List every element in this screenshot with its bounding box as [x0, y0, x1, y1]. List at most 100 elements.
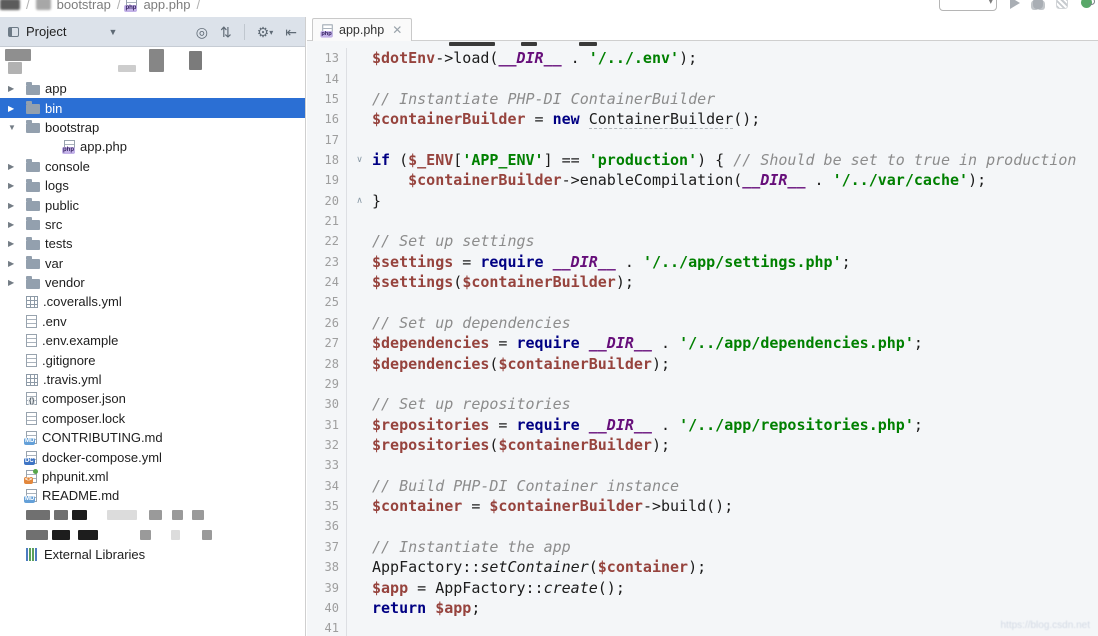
tree-item-docker-compose-yml[interactable]: DCdocker-compose.yml: [0, 447, 305, 466]
settings-icon[interactable]: ⚙▾: [257, 25, 274, 39]
code-line-39[interactable]: 39$app = AppFactory::create();: [307, 577, 1098, 597]
code-line-18[interactable]: 18∨if ($_ENV['APP_ENV'] == 'production')…: [307, 150, 1098, 170]
line-number[interactable]: 16: [307, 109, 347, 129]
expand-icon[interactable]: ▶: [8, 239, 26, 248]
tree-item-coveralls-yml[interactable]: .coveralls.yml: [0, 292, 305, 311]
code-line-27[interactable]: 27$dependencies = require __DIR__ . '/..…: [307, 333, 1098, 353]
code-line-20[interactable]: 20∧}: [307, 191, 1098, 211]
line-number[interactable]: 22: [307, 231, 347, 251]
tree-item-composer-lock[interactable]: composer.lock: [0, 409, 305, 428]
code-line-28[interactable]: 28$dependencies($containerBuilder);: [307, 353, 1098, 373]
coverage-icon[interactable]: [1056, 0, 1068, 9]
line-number[interactable]: 37: [307, 537, 347, 557]
line-number[interactable]: 35: [307, 496, 347, 516]
code-line-17[interactable]: 17: [307, 129, 1098, 149]
code-line-40[interactable]: 40return $app;: [307, 598, 1098, 618]
run-configuration-select[interactable]: [939, 0, 997, 11]
code-line-16[interactable]: 16$containerBuilder = new ContainerBuild…: [307, 109, 1098, 129]
code-line-37[interactable]: 37// Instantiate the app: [307, 537, 1098, 557]
line-number[interactable]: 29: [307, 374, 347, 394]
expand-icon[interactable]: ▶: [8, 162, 26, 171]
line-number[interactable]: 34: [307, 476, 347, 496]
line-number[interactable]: 30: [307, 394, 347, 414]
code-line-21[interactable]: 21: [307, 211, 1098, 231]
code-line-23[interactable]: 23$settings = require __DIR__ . '/../app…: [307, 252, 1098, 272]
line-number[interactable]: 32: [307, 435, 347, 455]
line-number[interactable]: 31: [307, 414, 347, 434]
code-line-33[interactable]: 33: [307, 455, 1098, 475]
tree-item-composer-json[interactable]: {}composer.json: [0, 389, 305, 408]
tree-item-logs[interactable]: ▶logs: [0, 176, 305, 195]
line-number[interactable]: 14: [307, 68, 347, 88]
code-line-14[interactable]: 14: [307, 68, 1098, 88]
code-line-35[interactable]: 35$container = $containerBuilder->build(…: [307, 496, 1098, 516]
breadcrumb-item-app-php[interactable]: app.php: [143, 0, 190, 12]
tree-item-phpunit-xml[interactable]: <>phpunit.xml: [0, 467, 305, 486]
tree-item-env-example[interactable]: .env.example: [0, 331, 305, 350]
code-line-25[interactable]: 25: [307, 292, 1098, 312]
tree-item-public[interactable]: ▶public: [0, 195, 305, 214]
line-number[interactable]: 20: [307, 191, 347, 211]
run-icon[interactable]: [1010, 0, 1020, 9]
line-number[interactable]: 23: [307, 252, 347, 272]
code-line-32[interactable]: 32$repositories($containerBuilder);: [307, 435, 1098, 455]
tree-item-tests[interactable]: ▶tests: [0, 234, 305, 253]
expand-icon[interactable]: ▶: [8, 259, 26, 268]
tree-item-env[interactable]: .env: [0, 312, 305, 331]
breadcrumb-item-bootstrap[interactable]: bootstrap: [57, 0, 111, 12]
fold-icon[interactable]: ∨: [347, 154, 372, 165]
line-number[interactable]: 27: [307, 333, 347, 353]
code-line-34[interactable]: 34// Build PHP-DI Container instance: [307, 476, 1098, 496]
code-area[interactable]: 13$dotEnv->load(__DIR__ . '/../.env');14…: [307, 41, 1098, 636]
line-number[interactable]: 19: [307, 170, 347, 190]
collapse-icon[interactable]: ▼: [8, 123, 26, 132]
tree-item-var[interactable]: ▶var: [0, 254, 305, 273]
line-number[interactable]: 15: [307, 89, 347, 109]
line-number[interactable]: 25: [307, 292, 347, 312]
line-number[interactable]: 40: [307, 598, 347, 618]
tree-item-app[interactable]: ▶app: [0, 79, 305, 98]
debug-icon[interactable]: [1033, 0, 1043, 9]
line-number[interactable]: 24: [307, 272, 347, 292]
expand-icon[interactable]: ▶: [8, 181, 26, 190]
profiler-icon[interactable]: [1081, 0, 1092, 8]
expand-icon[interactable]: ▶: [8, 201, 26, 210]
code-line-36[interactable]: 36: [307, 516, 1098, 536]
tree-item-bin[interactable]: ▶bin: [0, 98, 305, 117]
chevron-down-icon[interactable]: ▼: [108, 27, 117, 37]
line-number[interactable]: 26: [307, 313, 347, 333]
tree-item-console[interactable]: ▶console: [0, 157, 305, 176]
code-line-24[interactable]: 24$settings($containerBuilder);: [307, 272, 1098, 292]
code-line-31[interactable]: 31$repositories = require __DIR__ . '/..…: [307, 414, 1098, 434]
code-line-19[interactable]: 19 $containerBuilder->enableCompilation(…: [307, 170, 1098, 190]
tab-app-php[interactable]: php app.php ✕: [312, 18, 412, 41]
tree-item-readme-md[interactable]: MDREADME.md: [0, 486, 305, 505]
tree-item-external-libraries[interactable]: External Libraries: [0, 544, 305, 563]
line-number[interactable]: 17: [307, 129, 347, 149]
expand-icon[interactable]: ▶: [8, 104, 26, 113]
code-line-30[interactable]: 30// Set up repositories: [307, 394, 1098, 414]
code-line-22[interactable]: 22// Set up settings: [307, 231, 1098, 251]
code-line-13[interactable]: 13$dotEnv->load(__DIR__ . '/../.env');: [307, 48, 1098, 68]
tree-item-gitignore[interactable]: .gitignore: [0, 350, 305, 369]
code-line-15[interactable]: 15// Instantiate PHP-DI ContainerBuilder: [307, 89, 1098, 109]
scroll-from-source-icon[interactable]: ⇅: [220, 25, 232, 39]
hide-panel-icon[interactable]: ⇤: [285, 25, 297, 39]
line-number[interactable]: 33: [307, 455, 347, 475]
line-number[interactable]: 21: [307, 211, 347, 231]
line-number[interactable]: 18: [307, 150, 347, 170]
tree-item-redacted[interactable]: [0, 525, 305, 544]
code-line-29[interactable]: 29: [307, 374, 1098, 394]
tree-item-bootstrap[interactable]: ▼bootstrap: [0, 118, 305, 137]
expand-icon[interactable]: ▶: [8, 220, 26, 229]
locate-icon[interactable]: ◎: [196, 25, 208, 39]
code-line-41[interactable]: 41: [307, 618, 1098, 636]
line-number[interactable]: 28: [307, 353, 347, 373]
close-icon[interactable]: ✕: [392, 23, 402, 37]
tree-item-vendor[interactable]: ▶vendor: [0, 273, 305, 292]
tree-item-app-php[interactable]: phpapp.php: [0, 137, 305, 156]
tree-item-contributing-md[interactable]: MDCONTRIBUTING.md: [0, 428, 305, 447]
code-line-26[interactable]: 26// Set up dependencies: [307, 313, 1098, 333]
line-number[interactable]: 41: [307, 618, 347, 636]
tree-item-redacted[interactable]: [0, 506, 305, 525]
